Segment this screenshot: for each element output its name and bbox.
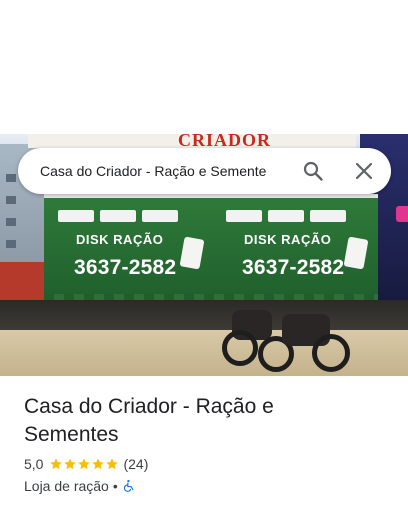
star-rating xyxy=(49,457,119,471)
rating-value: 5,0 xyxy=(24,456,44,472)
place-category: Loja de ração xyxy=(24,478,109,494)
wheelchair-icon xyxy=(123,479,134,492)
separator-dot: • xyxy=(112,478,118,494)
star-icon xyxy=(78,458,91,470)
awning-disk-text: DISK RAÇÃO xyxy=(76,232,164,247)
review-count[interactable]: (24) xyxy=(123,456,148,472)
awning-right: DISK RAÇÃO 3637-2582 xyxy=(212,194,378,302)
star-icon xyxy=(92,458,105,470)
close-icon[interactable] xyxy=(352,159,376,183)
search-bar[interactable]: Casa do Criador - Ração e Semente xyxy=(18,148,391,194)
store-header-sign: CRIADOR xyxy=(28,134,356,150)
rating-row[interactable]: 5,0 (24) xyxy=(24,455,148,473)
search-icon[interactable] xyxy=(301,159,325,183)
awning-disk-text: DISK RAÇÃO xyxy=(244,232,332,247)
category-row: Loja de ração • xyxy=(24,477,136,495)
star-icon xyxy=(64,458,77,470)
blank-area xyxy=(0,0,408,134)
awning-phone: 3637-2582 xyxy=(74,256,177,279)
search-input[interactable]: Casa do Criador - Ração e Semente xyxy=(40,148,266,194)
awning-phone: 3637-2582 xyxy=(242,256,345,279)
awning-left: DISK RAÇÃO 3637-2582 xyxy=(44,194,214,302)
star-icon xyxy=(50,458,63,470)
star-icon xyxy=(106,458,119,470)
place-title: Casa do Criador - Ração e Sementes xyxy=(24,395,274,446)
